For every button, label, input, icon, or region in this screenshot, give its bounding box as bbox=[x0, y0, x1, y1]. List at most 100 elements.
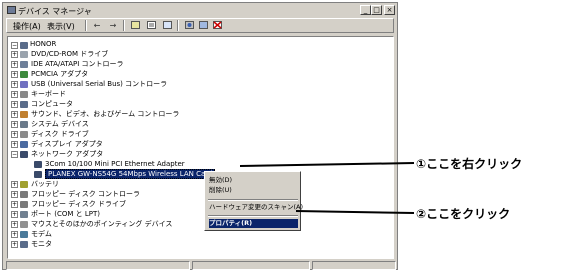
tree-row[interactable]: ディスプレイ アダプタ bbox=[31, 139, 103, 149]
menu-item-uninstall[interactable]: 削除(U) bbox=[209, 186, 298, 195]
update-driver-icon[interactable] bbox=[197, 21, 209, 31]
tree-item-floppy-drive[interactable]: フロッピー ディスク ドライブ bbox=[31, 200, 126, 208]
battery-icon bbox=[20, 181, 28, 188]
toolbar-separator bbox=[85, 20, 87, 31]
tree-item-network-adapter[interactable]: ネットワーク アダプタ bbox=[31, 150, 103, 158]
tree-item-ide-controller[interactable]: IDE ATA/ATAPI コントローラ bbox=[31, 60, 124, 68]
tree-row[interactable]: USB (Universal Serial Bus) コントローラ bbox=[31, 79, 167, 89]
tree-row[interactable]: モニタ bbox=[31, 239, 52, 249]
floppy-controller-icon bbox=[20, 191, 28, 198]
floppy-drive-icon bbox=[20, 201, 28, 208]
tree-row[interactable]: モデム bbox=[31, 229, 52, 239]
expand-toggle[interactable]: + bbox=[11, 211, 18, 218]
tree-item-floppy-controller[interactable]: フロッピー ディスク コントローラ bbox=[31, 190, 140, 198]
callout-right-click: ①ここを右クリック bbox=[416, 157, 523, 171]
tree-row[interactable]: バッテリ bbox=[31, 179, 59, 189]
tree-item-wireless-lan-card[interactable]: PLANEX GW-NS54G 54Mbps Wireless LAN Card bbox=[45, 169, 216, 179]
system-devices-icon bbox=[20, 121, 28, 128]
menu-item-scan-hardware[interactable]: ハードウェア変更のスキャン(A) bbox=[209, 203, 303, 212]
tree-item-usb-controller[interactable]: USB (Universal Serial Bus) コントローラ bbox=[31, 80, 167, 88]
status-bar bbox=[6, 261, 396, 270]
maximize-button[interactable]: □ bbox=[371, 5, 382, 15]
tree-item-sound-controller[interactable]: サウンド、ビデオ、およびゲーム コントローラ bbox=[31, 110, 179, 118]
forward-button[interactable]: → bbox=[107, 21, 119, 31]
sound-controller-icon bbox=[20, 111, 28, 118]
tree-item-disk-drive[interactable]: ディスク ドライブ bbox=[31, 130, 89, 138]
window-title: デバイス マネージャ bbox=[18, 7, 92, 16]
context-menu: 無効(D) 削除(U) ハードウェア変更のスキャン(A) プロパティ(R) bbox=[204, 171, 303, 231]
expand-toggle[interactable]: + bbox=[11, 121, 18, 128]
expand-toggle[interactable]: + bbox=[11, 201, 18, 208]
tree-row[interactable]: 3Com 10/100 Mini PCI Ethernet Adapter bbox=[45, 159, 185, 169]
keyboard-icon bbox=[20, 91, 28, 98]
close-button[interactable]: × bbox=[384, 5, 395, 15]
expand-toggle[interactable]: + bbox=[11, 111, 18, 118]
menu-view[interactable]: 表示(V) bbox=[47, 21, 75, 32]
uninstall-icon[interactable] bbox=[211, 21, 223, 31]
device-manager-icon bbox=[7, 6, 16, 14]
device-tree: − HONOR + DVD/CD-ROM ドライブ + IDE ATA/ATAPI コ… bbox=[7, 36, 394, 259]
tree-row[interactable]: ポート (COM と LPT) bbox=[31, 209, 100, 219]
tree-item-mouse[interactable]: マウスとそのほかのポインティング デバイス bbox=[31, 220, 172, 228]
tree-item-ports[interactable]: ポート (COM と LPT) bbox=[31, 210, 100, 218]
tree-item-display-adapter[interactable]: ディスプレイ アダプタ bbox=[31, 140, 103, 148]
ide-controller-icon bbox=[20, 61, 28, 68]
collapse-toggle[interactable]: − bbox=[11, 42, 18, 49]
tree-item-battery[interactable]: バッテリ bbox=[31, 180, 59, 188]
tree-row[interactable]: サウンド、ビデオ、およびゲーム コントローラ bbox=[31, 109, 179, 119]
menu-item-properties[interactable]: プロパティ(R) bbox=[209, 219, 298, 228]
tree-root-label[interactable]: HONOR bbox=[30, 39, 56, 49]
tree-row[interactable]: IDE ATA/ATAPI コントローラ bbox=[31, 59, 124, 69]
title-bar: デバイス マネージャ _ □ × bbox=[4, 4, 396, 17]
expand-toggle[interactable]: − bbox=[11, 151, 18, 158]
wireless-lan-card-icon bbox=[34, 171, 42, 178]
tree-row[interactable]: ディスク ドライブ bbox=[31, 129, 89, 139]
back-button[interactable]: ← bbox=[91, 21, 103, 31]
tree-item-keyboard[interactable]: キーボード bbox=[31, 90, 66, 98]
display-adapter-icon bbox=[20, 141, 28, 148]
tree-item-dvd-drive[interactable]: DVD/CD-ROM ドライブ bbox=[31, 50, 108, 58]
help-icon[interactable] bbox=[161, 21, 173, 31]
tree-row[interactable]: ネットワーク アダプタ bbox=[31, 149, 103, 159]
menu-separator bbox=[208, 199, 298, 201]
menu-action[interactable]: 操作(A) bbox=[13, 21, 41, 32]
menu-item-disable[interactable]: 無効(D) bbox=[209, 176, 298, 185]
expand-toggle[interactable]: + bbox=[11, 101, 18, 108]
ethernet-adapter-icon bbox=[34, 161, 42, 168]
expand-toggle[interactable]: + bbox=[11, 141, 18, 148]
view-icon[interactable] bbox=[129, 21, 141, 31]
expand-toggle[interactable]: + bbox=[11, 181, 18, 188]
scan-hardware-icon[interactable] bbox=[183, 21, 195, 31]
expand-toggle[interactable]: + bbox=[11, 131, 18, 138]
tree-row[interactable]: コンピュータ bbox=[31, 99, 73, 109]
tree-row[interactable]: DVD/CD-ROM ドライブ bbox=[31, 49, 108, 59]
expand-toggle[interactable]: + bbox=[11, 81, 18, 88]
tree-row[interactable]: フロッピー ディスク ドライブ bbox=[31, 199, 126, 209]
tree-item-modem[interactable]: モデム bbox=[31, 230, 52, 238]
tree-row[interactable]: PLANEX GW-NS54G 54Mbps Wireless LAN Card bbox=[45, 169, 216, 179]
tree-item-pcmcia-adapter[interactable]: PCMCIA アダプタ bbox=[31, 70, 88, 78]
tree-item-system-devices[interactable]: システム デバイス bbox=[31, 120, 89, 128]
expand-toggle[interactable]: + bbox=[11, 191, 18, 198]
tree-row[interactable]: フロッピー ディスク コントローラ bbox=[31, 189, 140, 199]
properties-icon[interactable] bbox=[145, 21, 157, 31]
expand-toggle[interactable]: + bbox=[11, 51, 18, 58]
tree-item-ethernet-adapter[interactable]: 3Com 10/100 Mini PCI Ethernet Adapter bbox=[45, 160, 185, 168]
device-manager-window: デバイス マネージャ _ □ × 操作(A) 表示(V) ← → − HONOR… bbox=[2, 2, 398, 270]
expand-toggle[interactable]: + bbox=[11, 231, 18, 238]
ports-icon bbox=[20, 211, 28, 218]
expand-toggle[interactable]: + bbox=[11, 241, 18, 248]
expand-toggle[interactable]: + bbox=[11, 221, 18, 228]
tree-item-computer[interactable]: コンピュータ bbox=[31, 100, 73, 108]
expand-toggle[interactable]: + bbox=[11, 61, 18, 68]
tree-row[interactable]: システム デバイス bbox=[31, 119, 89, 129]
tree-row[interactable]: キーボード bbox=[31, 89, 66, 99]
minimize-button[interactable]: _ bbox=[360, 5, 371, 15]
tree-item-monitor[interactable]: モニタ bbox=[31, 240, 52, 248]
expand-toggle[interactable]: + bbox=[11, 71, 18, 78]
expand-toggle[interactable]: + bbox=[11, 91, 18, 98]
tree-row[interactable]: PCMCIA アダプタ bbox=[31, 69, 88, 79]
status-pane bbox=[6, 261, 190, 270]
tree-row[interactable]: マウスとそのほかのポインティング デバイス bbox=[31, 219, 172, 229]
toolbar-separator bbox=[123, 20, 125, 31]
